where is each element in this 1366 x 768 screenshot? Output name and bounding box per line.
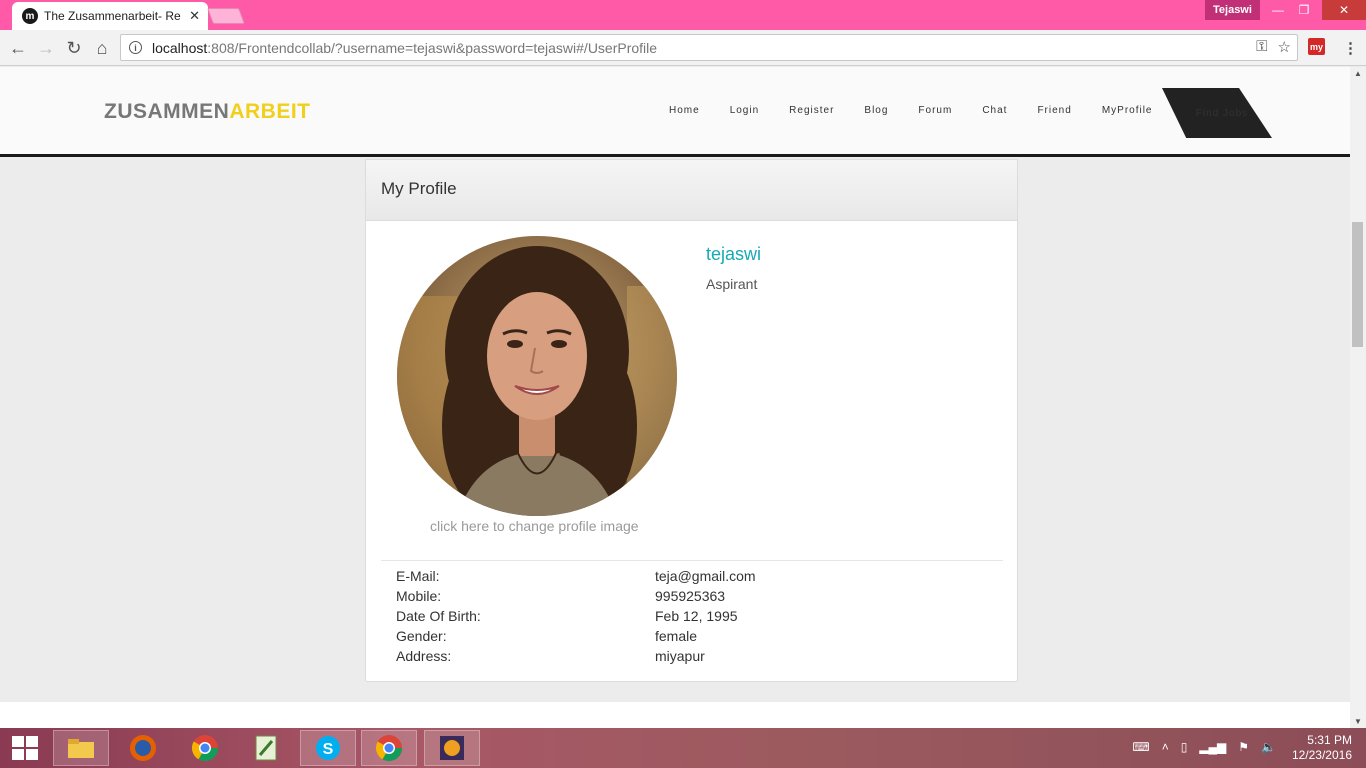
address-bar[interactable]: i localhost :808/Frontendcollab/?usernam… — [120, 34, 1298, 61]
browser-titlebar: m The Zusammenarbeit- Re ✕ Tejaswi — ❐ ✕ — [0, 0, 1366, 30]
bookmark-star-icon[interactable]: ☆ — [1278, 38, 1291, 56]
profile-details: E-Mail: teja@gmail.com Mobile: 995925363… — [396, 568, 756, 668]
eclipse-javaee-icon[interactable] — [424, 730, 480, 766]
extension-icon[interactable]: my — [1308, 38, 1325, 55]
nav-links: Home Login Register Blog Forum Chat Frie… — [669, 105, 1183, 116]
reload-icon[interactable]: ↻ — [62, 36, 86, 60]
network-icon[interactable]: ▂▄▆ — [1199, 740, 1226, 754]
restore-icon[interactable]: ❐ — [1291, 0, 1317, 20]
change-profile-image-link[interactable]: click here to change profile image — [430, 518, 639, 534]
detail-row: Gender: female — [396, 628, 756, 648]
detail-row: Date Of Birth: Feb 12, 1995 — [396, 608, 756, 628]
system-tray: ⌨ ˄ ▯ ▂▄▆ ⚑ 🔈 — [1132, 740, 1276, 754]
tray-expand-icon[interactable]: ˄ — [1162, 740, 1169, 754]
profile-card: My Profile click here to change profile … — [365, 159, 1018, 682]
profile-avatar[interactable] — [397, 236, 677, 516]
chrome-icon[interactable] — [177, 730, 233, 766]
clock-time: 5:31 PM — [1307, 733, 1352, 747]
action-center-flag-icon[interactable]: ⚑ — [1238, 740, 1249, 754]
detail-row: Address: miyapur — [396, 648, 756, 668]
detail-value: miyapur — [655, 648, 705, 664]
find-jobs-button[interactable]: Find Jobs — [1162, 88, 1272, 138]
nav-friend[interactable]: Friend — [1037, 105, 1071, 116]
scroll-up-icon[interactable]: ▲ — [1354, 69, 1362, 78]
nav-myprofile[interactable]: MyProfile — [1102, 105, 1153, 116]
browser-profile-badge[interactable]: Tejaswi — [1205, 0, 1260, 20]
avatar-image — [397, 236, 677, 516]
svg-text:S: S — [323, 741, 334, 758]
firefox-icon[interactable] — [115, 730, 171, 766]
nav-forum[interactable]: Forum — [918, 105, 952, 116]
tab-title: The Zusammenarbeit- Re — [44, 9, 181, 23]
browser-menu-icon[interactable]: ⋮ — [1343, 39, 1358, 57]
page-viewport: ZUSAMMENARBEIT Home Login Register Blog … — [0, 67, 1350, 728]
detail-value: female — [655, 628, 698, 644]
scroll-down-icon[interactable]: ▼ — [1354, 717, 1362, 726]
detail-label: Mobile: — [396, 588, 442, 604]
url-path: :808/Frontendcollab/?username=tejaswi&pa… — [207, 39, 658, 56]
detail-label: Address: — [396, 648, 452, 664]
start-windows-icon[interactable] — [12, 736, 38, 760]
file-explorer-icon[interactable] — [53, 730, 109, 766]
windows-taskbar: S ⌨ ˄ ▯ ▂▄▆ ⚑ 🔈 5:31 PM 12/23/2016 — [0, 728, 1366, 768]
new-tab-button[interactable] — [207, 8, 245, 24]
detail-row: E-Mail: teja@gmail.com — [396, 568, 756, 588]
nav-home[interactable]: Home — [669, 105, 700, 116]
nav-chat[interactable]: Chat — [982, 105, 1007, 116]
chrome-active-icon[interactable] — [361, 730, 417, 766]
tab-close-icon[interactable]: ✕ — [189, 8, 200, 24]
nav-blog[interactable]: Blog — [864, 105, 888, 116]
nav-login[interactable]: Login — [730, 105, 759, 116]
forward-arrow-icon[interactable]: → — [34, 36, 58, 60]
divider — [381, 560, 1003, 561]
keyboard-icon[interactable]: ⌨ — [1132, 740, 1149, 754]
detail-value: 995925363 — [655, 588, 726, 604]
detail-label: Gender: — [396, 628, 447, 644]
window-close-icon[interactable]: ✕ — [1322, 0, 1366, 20]
page-scrollbar[interactable]: ▲ ▼ — [1350, 67, 1366, 728]
site-favicon-icon: m — [22, 8, 38, 24]
battery-icon[interactable]: ▯ — [1181, 740, 1188, 754]
detail-row: Mobile: 995925363 — [396, 588, 756, 608]
site-logo[interactable]: ZUSAMMENARBEIT — [104, 100, 311, 124]
detail-value: teja@gmail.com — [655, 568, 756, 584]
back-arrow-icon[interactable]: ← — [6, 36, 30, 60]
page-footer-strip — [0, 702, 1350, 728]
key-icon[interactable]: ⚿ — [1256, 38, 1267, 56]
profile-card-header: My Profile — [366, 160, 1017, 221]
detail-label: Date Of Birth: — [396, 608, 481, 624]
profile-role: Aspirant — [706, 276, 758, 292]
volume-icon[interactable]: 🔈 — [1261, 740, 1276, 754]
profile-username: tejaswi — [706, 244, 762, 264]
notepad-plus-icon[interactable] — [238, 730, 294, 766]
minimize-icon[interactable]: — — [1265, 0, 1291, 20]
skype-icon[interactable]: S — [300, 730, 356, 766]
home-icon[interactable]: ⌂ — [90, 36, 114, 60]
detail-label: E-Mail: — [396, 568, 440, 584]
nav-register[interactable]: Register — [789, 105, 834, 116]
browser-tab[interactable]: m The Zusammenarbeit- Re ✕ — [12, 2, 208, 30]
info-icon[interactable]: i — [129, 41, 142, 54]
site-navbar: ZUSAMMENARBEIT Home Login Register Blog … — [0, 67, 1350, 157]
clock-date: 12/23/2016 — [1291, 748, 1352, 762]
scroll-thumb[interactable] — [1352, 222, 1363, 347]
browser-toolbar: ← → ↻ ⌂ i localhost :808/Frontendcollab/… — [0, 30, 1366, 66]
url-host: localhost — [152, 39, 208, 56]
detail-value: Feb 12, 1995 — [655, 608, 738, 624]
taskbar-clock[interactable]: 5:31 PM 12/23/2016 — [1292, 733, 1352, 763]
